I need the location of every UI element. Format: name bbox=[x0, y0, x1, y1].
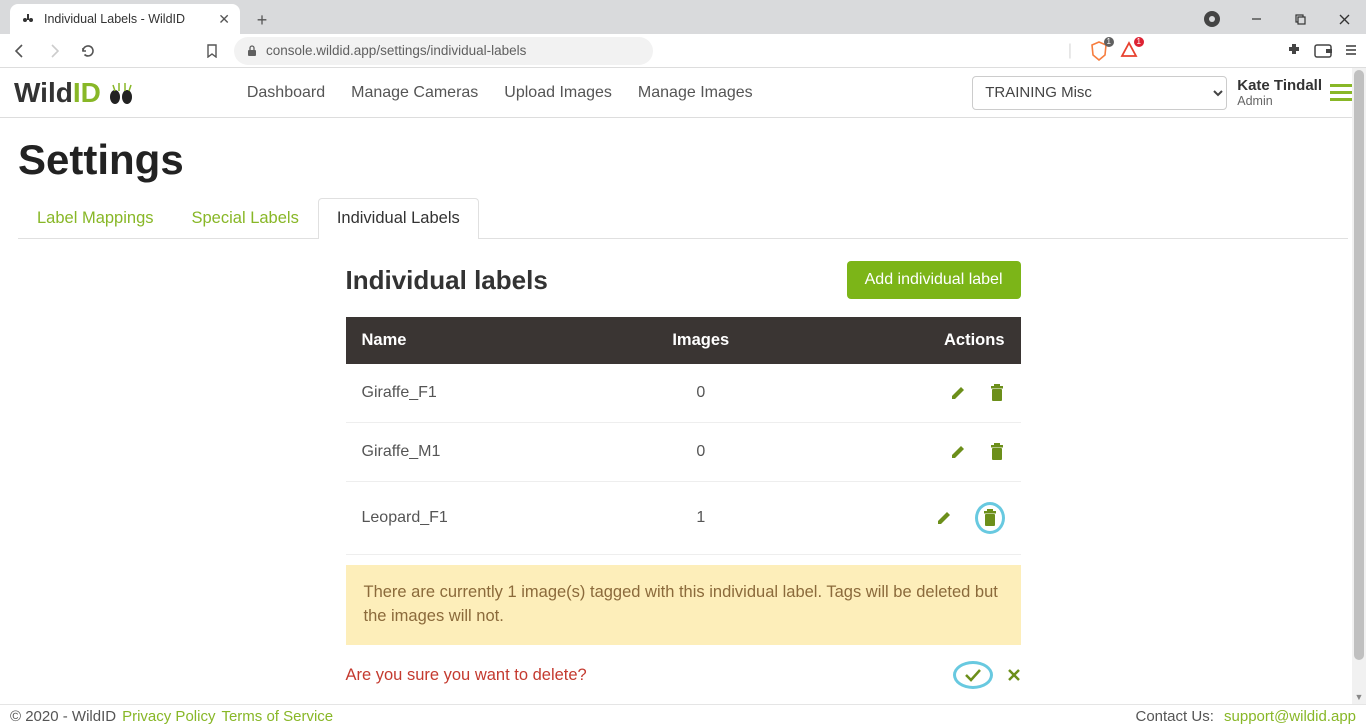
nav-back-button[interactable] bbox=[8, 39, 32, 63]
logo-bug-icon bbox=[105, 77, 137, 109]
delete-icon-highlighted[interactable] bbox=[975, 502, 1005, 534]
row-images: 0 bbox=[604, 364, 798, 423]
new-tab-button[interactable]: + bbox=[248, 6, 276, 34]
nav-upload-images[interactable]: Upload Images bbox=[504, 84, 612, 102]
logo[interactable]: WildID bbox=[14, 77, 137, 109]
row-name: Leopard_F1 bbox=[346, 482, 604, 555]
edit-icon[interactable] bbox=[949, 384, 967, 402]
row-name: Giraffe_F1 bbox=[346, 364, 604, 423]
privacy-link[interactable]: Privacy Policy bbox=[122, 708, 215, 725]
bookmark-button[interactable] bbox=[200, 39, 224, 63]
address-bar[interactable]: console.wildid.app/settings/individual-l… bbox=[234, 37, 653, 65]
user-name: Kate Tindall bbox=[1237, 77, 1322, 94]
close-tab-icon[interactable]: ✕ bbox=[218, 11, 230, 28]
edit-icon[interactable] bbox=[949, 443, 967, 461]
table-row: Leopard_F1 1 bbox=[346, 482, 1021, 555]
contact-label: Contact Us: bbox=[1136, 708, 1219, 725]
app-header: WildID Dashboard Manage Cameras Upload I… bbox=[0, 68, 1366, 118]
confirm-no-icon[interactable] bbox=[1007, 666, 1021, 684]
project-select[interactable]: TRAINING Misc bbox=[972, 76, 1227, 110]
tab-label-mappings[interactable]: Label Mappings bbox=[18, 198, 173, 238]
row-images: 1 bbox=[604, 482, 798, 555]
settings-tabs: Label Mappings Special Labels Individual… bbox=[18, 198, 1348, 239]
warning-message: There are currently 1 image(s) tagged wi… bbox=[346, 565, 1021, 645]
brave-rewards-icon[interactable]: 1 bbox=[1120, 41, 1138, 59]
nav-dashboard[interactable]: Dashboard bbox=[247, 84, 325, 102]
logo-text-b: ID bbox=[73, 77, 101, 109]
row-name: Giraffe_M1 bbox=[346, 423, 604, 482]
terms-link[interactable]: Terms of Service bbox=[221, 708, 333, 725]
profile-icon[interactable] bbox=[1190, 4, 1234, 34]
user-block[interactable]: Kate Tindall Admin bbox=[1237, 77, 1322, 109]
delete-icon[interactable] bbox=[989, 443, 1005, 461]
table-row: Giraffe_M1 0 bbox=[346, 423, 1021, 482]
minimize-button[interactable] bbox=[1234, 4, 1278, 34]
wallet-icon[interactable] bbox=[1314, 42, 1332, 60]
shield-badge: 1 bbox=[1104, 37, 1114, 47]
row-images: 0 bbox=[604, 423, 798, 482]
col-name: Name bbox=[346, 317, 604, 364]
favicon bbox=[20, 11, 36, 27]
user-role: Admin bbox=[1237, 94, 1322, 108]
browser-tab[interactable]: Individual Labels - WildID ✕ bbox=[10, 4, 240, 34]
nav-manage-cameras[interactable]: Manage Cameras bbox=[351, 84, 478, 102]
page-title: Settings bbox=[18, 136, 1348, 184]
scroll-down-icon[interactable]: ▼ bbox=[1352, 690, 1366, 704]
labels-table: Name Images Actions Giraffe_F1 0 bbox=[346, 317, 1021, 555]
col-images: Images bbox=[604, 317, 798, 364]
table-row: Giraffe_F1 0 bbox=[346, 364, 1021, 423]
edit-icon[interactable] bbox=[935, 509, 953, 527]
contact-email[interactable]: support@wildid.app bbox=[1224, 708, 1356, 725]
rewards-badge: 1 bbox=[1134, 37, 1144, 47]
reload-button[interactable] bbox=[76, 39, 100, 63]
confirm-yes-icon[interactable] bbox=[953, 661, 993, 689]
scrollbar[interactable]: ▲ ▼ bbox=[1352, 68, 1366, 704]
url-text: console.wildid.app/settings/individual-l… bbox=[266, 43, 526, 58]
browser-chrome: Individual Labels - WildID ✕ + console.w… bbox=[0, 0, 1366, 68]
menu-icon[interactable] bbox=[1344, 42, 1358, 60]
extensions-icon[interactable] bbox=[1286, 42, 1302, 60]
tab-title: Individual Labels - WildID bbox=[44, 12, 185, 26]
footer: © 2020 - WildID Privacy Policy Terms of … bbox=[0, 704, 1366, 728]
add-individual-label-button[interactable]: Add individual label bbox=[847, 261, 1021, 299]
page-body: Settings Label Mappings Special Labels I… bbox=[0, 118, 1366, 706]
hamburger-menu[interactable] bbox=[1330, 84, 1352, 101]
section-title: Individual labels bbox=[346, 265, 548, 296]
nav-forward-button[interactable] bbox=[42, 39, 66, 63]
col-actions: Actions bbox=[798, 317, 1021, 364]
copyright: © 2020 - WildID bbox=[10, 708, 116, 725]
brave-shield-icon[interactable]: 1 bbox=[1090, 41, 1108, 61]
lock-icon bbox=[246, 43, 258, 58]
nav-manage-images[interactable]: Manage Images bbox=[638, 84, 753, 102]
close-window-button[interactable] bbox=[1322, 4, 1366, 34]
tab-individual-labels[interactable]: Individual Labels bbox=[318, 198, 479, 239]
delete-icon[interactable] bbox=[989, 384, 1005, 402]
maximize-button[interactable] bbox=[1278, 4, 1322, 34]
logo-text-a: Wild bbox=[14, 77, 73, 109]
scroll-thumb[interactable] bbox=[1354, 70, 1364, 660]
tab-special-labels[interactable]: Special Labels bbox=[173, 198, 318, 238]
confirm-text: Are you sure you want to delete? bbox=[346, 666, 587, 685]
